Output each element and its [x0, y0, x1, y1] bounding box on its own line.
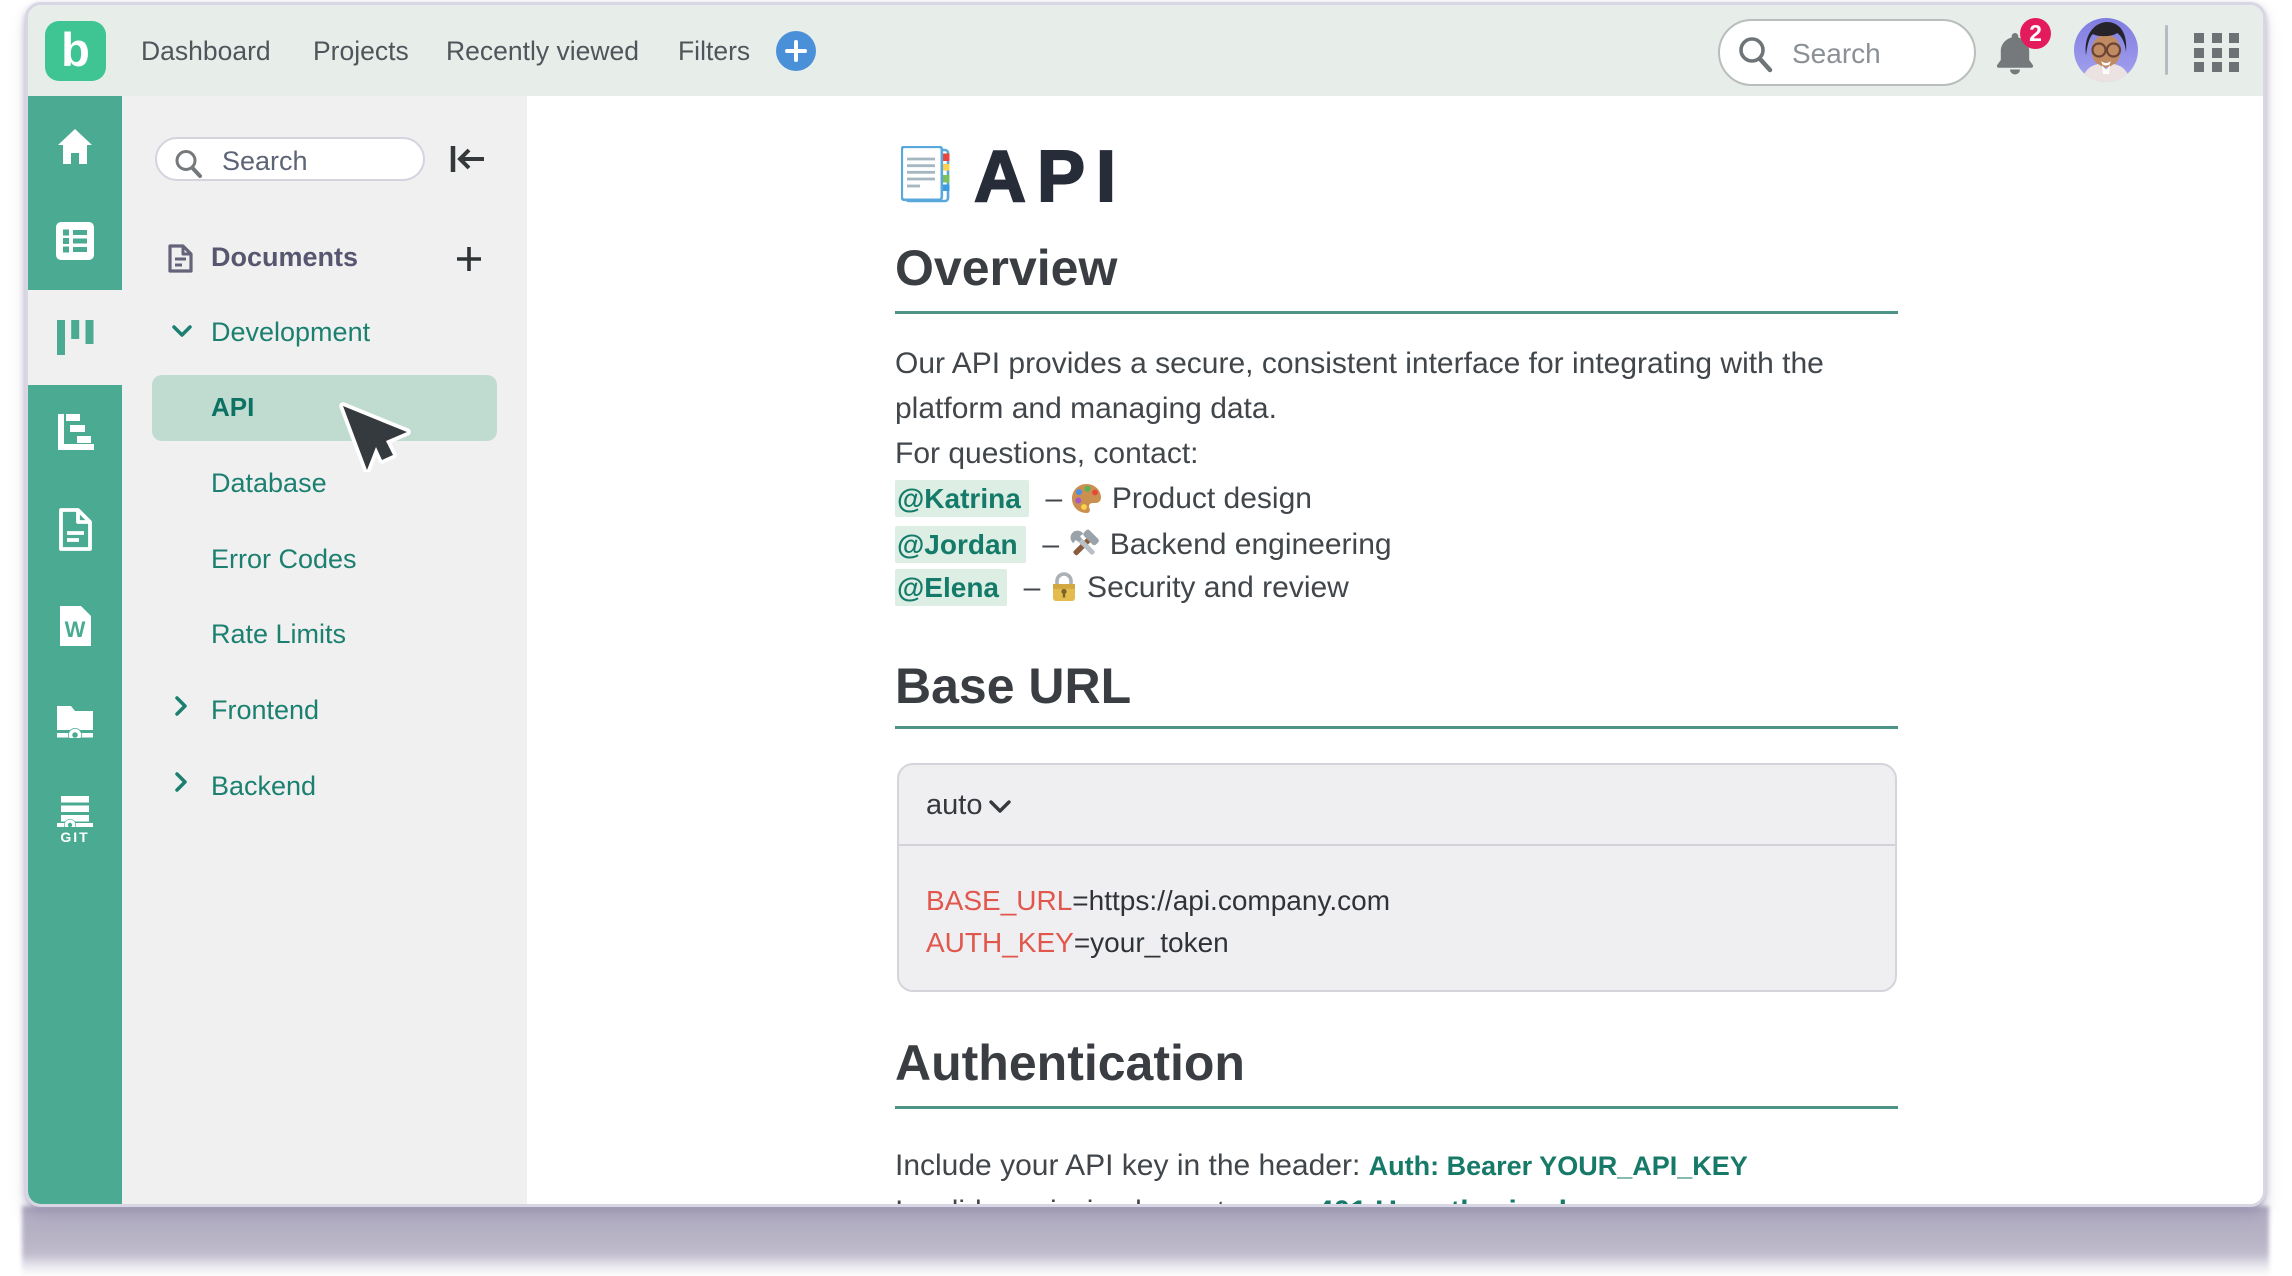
svg-text:W: W — [64, 617, 85, 642]
